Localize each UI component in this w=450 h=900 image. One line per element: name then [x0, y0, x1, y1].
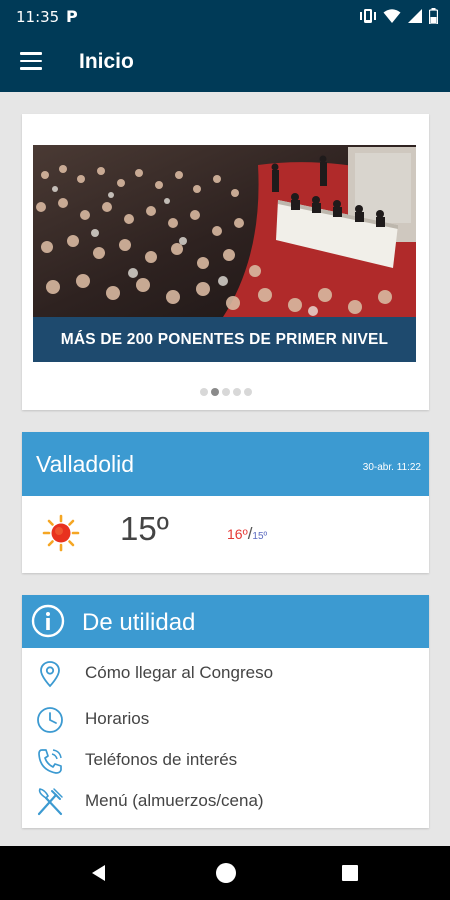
status-time: 11:35 [16, 8, 60, 26]
fork-knife-icon [37, 788, 63, 816]
carousel-dot[interactable] [243, 388, 252, 396]
info-icon [31, 604, 65, 638]
weather-updated-time: 30-abr. 11:22 [362, 462, 421, 473]
signal-icon [408, 9, 422, 23]
utility-header: De utilidad [22, 595, 429, 648]
list-item-label: Teléfonos de interés [85, 750, 238, 769]
location-pin-icon [40, 661, 60, 688]
slide-caption: MÁS DE 200 PONENTES DE PRIMER NIVEL [33, 317, 416, 362]
list-item-phones[interactable]: Teléfonos de interés [22, 742, 429, 780]
temperature-low: 15º [252, 531, 268, 542]
temperature-range: 16º/15º [227, 524, 267, 544]
temperature-high: 16º [227, 526, 248, 542]
clock-icon [37, 707, 63, 733]
battery-icon [429, 8, 438, 24]
carousel-dot-active[interactable] [210, 388, 219, 396]
utility-card: De utilidad Cómo llegar al Congreso Hora… [22, 595, 429, 828]
weather-card[interactable]: Valladolid 30-abr. 11:22 15º 16º/15º [22, 432, 429, 573]
carousel-pagination [22, 388, 429, 396]
wifi-icon [383, 9, 401, 23]
list-item-schedule[interactable]: Horarios [22, 701, 429, 739]
list-item-directions[interactable]: Cómo llegar al Congreso [22, 655, 429, 693]
status-bar: 11:35 P [0, 0, 450, 32]
list-item-label: Menú (almuerzos/cena) [85, 791, 264, 810]
utility-title: De utilidad [82, 609, 196, 636]
current-temperature: 15º [120, 510, 169, 547]
system-nav-bar [0, 846, 450, 900]
list-item-label: Horarios [85, 709, 150, 728]
sun-icon [42, 514, 80, 552]
home-icon[interactable] [216, 863, 236, 883]
list-item-menu[interactable]: Menú (almuerzos/cena) [22, 783, 429, 821]
app-bar: Inicio [0, 32, 450, 92]
weather-city: Valladolid [36, 451, 135, 477]
carousel-slide[interactable]: MÁS DE 200 PONENTES DE PRIMER NIVEL [33, 145, 416, 362]
back-icon[interactable] [90, 864, 108, 882]
conference-audience-image [33, 145, 416, 317]
phone-icon [38, 749, 62, 774]
vibrate-icon [360, 9, 376, 23]
list-item-label: Cómo llegar al Congreso [85, 663, 274, 682]
page-title: Inicio [79, 50, 134, 73]
carousel-dot[interactable] [199, 388, 208, 396]
recents-icon[interactable] [342, 865, 358, 881]
carousel-dot[interactable] [221, 388, 230, 396]
news-carousel[interactable]: MÁS DE 200 PONENTES DE PRIMER NIVEL [22, 114, 429, 410]
status-icons [359, 7, 438, 25]
carousel-dot[interactable] [232, 388, 241, 396]
hamburger-menu-icon[interactable] [20, 52, 42, 70]
weather-header: Valladolid 30-abr. 11:22 [22, 432, 429, 496]
parking-app-indicator-icon: P [66, 7, 78, 26]
